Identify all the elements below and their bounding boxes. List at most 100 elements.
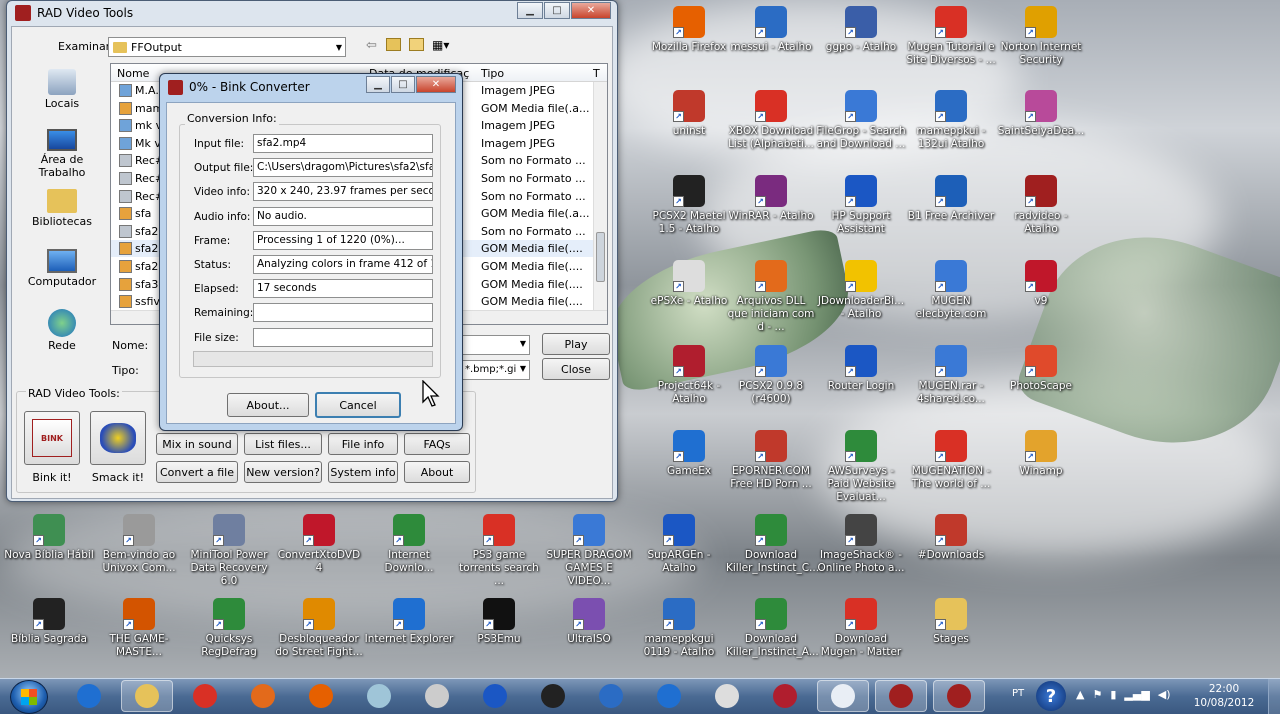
maximize-button[interactable]: □ bbox=[544, 2, 570, 19]
place-area-de-trabalho[interactable]: Área de Trabalho bbox=[22, 129, 102, 179]
desktop-icon-51[interactable]: ↗ Stages bbox=[906, 598, 996, 646]
desktop-icon-32[interactable]: ↗ MiniTool Power Data Recovery 6.0 bbox=[184, 514, 274, 588]
close-window-button[interactable]: ✕ bbox=[571, 2, 611, 19]
desktop-icon-11[interactable]: ↗ WinRAR - Atalho bbox=[726, 175, 816, 223]
desktop-icon-46[interactable]: ↗ PS3Emu bbox=[454, 598, 544, 646]
desktop-icon-29[interactable]: ↗ Winamp bbox=[996, 430, 1086, 478]
desktop-icon-20[interactable]: ↗ Project64k - Atalho bbox=[644, 345, 734, 406]
desktop-icon-23[interactable]: ↗ MUGEN.rar - 4shared.co... bbox=[906, 345, 996, 406]
tool-button-faqs[interactable]: FAQs bbox=[404, 433, 470, 455]
desktop-icon-21[interactable]: ↗ PCSX2 0.9.8 (r4600) bbox=[726, 345, 816, 406]
desktop-icon-2[interactable]: ↗ ggpo - Atalho bbox=[816, 6, 906, 54]
chevron-down-icon[interactable]: ▼ bbox=[336, 43, 342, 52]
desktop-icon-5[interactable]: ↗ uninst bbox=[644, 90, 734, 138]
cancel-button[interactable]: Cancel bbox=[315, 392, 401, 418]
column-type[interactable]: Tipo bbox=[481, 67, 504, 80]
vertical-scrollbar[interactable] bbox=[593, 82, 607, 310]
show-hidden-icons-icon[interactable]: ▲ bbox=[1076, 688, 1084, 701]
place-computador[interactable]: Computador bbox=[22, 249, 102, 288]
play-button[interactable]: Play bbox=[542, 333, 610, 355]
minimize-button[interactable]: ▁ bbox=[517, 2, 543, 19]
taskbar-app-button[interactable] bbox=[701, 680, 753, 712]
volume-icon[interactable]: ◀) bbox=[1158, 688, 1171, 701]
tool-button-mix-in-sound[interactable]: Mix in sound bbox=[156, 433, 238, 455]
taskbar-app-button[interactable] bbox=[179, 680, 231, 712]
desktop-icon-27[interactable]: ↗ AWSurveys - Paid Website Evaluat... bbox=[816, 430, 906, 504]
back-icon[interactable]: ⇦ bbox=[366, 38, 377, 53]
desktop-icon-34[interactable]: ↗ Internet Downlo... bbox=[364, 514, 454, 575]
taskbar-app-button[interactable] bbox=[585, 680, 637, 712]
up-folder-icon[interactable] bbox=[386, 38, 401, 51]
desktop-icon-0[interactable]: ↗ Mozilla Firefox bbox=[644, 6, 734, 54]
tool-button-about[interactable]: About bbox=[404, 461, 470, 483]
desktop-icon-12[interactable]: ↗ HP Support Assistant bbox=[816, 175, 906, 236]
taskbar-app-button[interactable] bbox=[411, 680, 463, 712]
smack-it-button[interactable] bbox=[90, 411, 146, 465]
taskbar-app-button[interactable] bbox=[237, 680, 289, 712]
bink-it-button[interactable]: BINK bbox=[24, 411, 80, 465]
desktop-icon-6[interactable]: ↗ XBOX Download List (Alphabeti... bbox=[726, 90, 816, 151]
clock[interactable]: 22:00 10/08/2012 bbox=[1186, 682, 1262, 710]
desktop-icon-37[interactable]: ↗ SupARGEn - Atalho bbox=[634, 514, 724, 575]
dialog-close-button[interactable]: ✕ bbox=[416, 76, 456, 93]
desktop-icon-9[interactable]: ↗ SaintSeiyaDea... bbox=[996, 90, 1086, 138]
look-in-select[interactable]: FFOutput ▼ bbox=[108, 37, 346, 57]
tool-button-file-info[interactable]: File info bbox=[328, 433, 398, 455]
taskbar-app-button[interactable] bbox=[759, 680, 811, 712]
start-button[interactable] bbox=[10, 680, 48, 714]
tool-button-convert-a-file[interactable]: Convert a file bbox=[156, 461, 238, 483]
name-combo[interactable]: ▼ bbox=[462, 335, 530, 355]
desktop-icon-39[interactable]: ↗ ImageShack® - Online Photo a... bbox=[816, 514, 906, 575]
desktop-icon-1[interactable]: ↗ messui - Atalho bbox=[726, 6, 816, 54]
desktop-icon-17[interactable]: ↗ JDownloaderBi... - Atalho bbox=[816, 260, 906, 321]
view-menu-icon[interactable]: ▦▾ bbox=[432, 38, 449, 52]
taskbar-app-button[interactable] bbox=[527, 680, 579, 712]
desktop-icon-33[interactable]: ↗ ConvertXtoDVD 4 bbox=[274, 514, 364, 575]
desktop-icon-4[interactable]: ↗ Norton Internet Security bbox=[996, 6, 1086, 67]
desktop-icon-15[interactable]: ↗ ePSXe - Atalho bbox=[644, 260, 734, 308]
place-bibliotecas[interactable]: Bibliotecas bbox=[22, 189, 102, 228]
desktop-icon-41[interactable]: ↗ Bíblia Sagrada bbox=[4, 598, 94, 646]
tool-button-list-files[interactable]: List files... bbox=[244, 433, 322, 455]
taskbar-app-button[interactable] bbox=[295, 680, 347, 712]
show-desktop-button[interactable] bbox=[1268, 679, 1280, 714]
column-size[interactable]: T bbox=[593, 67, 600, 80]
desktop-icon-10[interactable]: ↗ PCSX2 Maetel 1.5 - Atalho bbox=[644, 175, 734, 236]
chevron-down-icon[interactable]: ▼ bbox=[519, 364, 526, 373]
dialog-minimize-button[interactable]: ▁ bbox=[366, 76, 390, 93]
desktop-icon-48[interactable]: ↗ mameppkgui 0119 - Atalho bbox=[634, 598, 724, 659]
tool-button-new-version[interactable]: New version? bbox=[244, 461, 322, 483]
taskbar-app-button[interactable] bbox=[353, 680, 405, 712]
scrollbar-thumb[interactable] bbox=[596, 232, 605, 282]
desktop-icon-25[interactable]: ↗ GameEx bbox=[644, 430, 734, 478]
taskbar-app-button[interactable] bbox=[469, 680, 521, 712]
language-indicator[interactable]: PT bbox=[1012, 688, 1024, 699]
desktop-icon-35[interactable]: ↗ PS3 game torrents search ... bbox=[454, 514, 544, 588]
desktop-icon-7[interactable]: ↗ FileGrop - Search and Download ... bbox=[816, 90, 906, 151]
desktop-icon-31[interactable]: ↗ Bem-vindo ao Univox Com... bbox=[94, 514, 184, 575]
chevron-down-icon[interactable]: ▼ bbox=[520, 339, 526, 348]
desktop-icon-26[interactable]: ↗ EPORNER.COM Free HD Porn ... bbox=[726, 430, 816, 491]
desktop-icon-28[interactable]: ↗ MUGENATION - The world of ... bbox=[906, 430, 996, 491]
tool-button-system-info[interactable]: System info bbox=[328, 461, 398, 483]
desktop-icon-30[interactable]: ↗ Nova Bíblia Hábil bbox=[4, 514, 94, 562]
place-rede[interactable]: Rede bbox=[22, 309, 102, 352]
desktop-icon-44[interactable]: ↗ Desbloqueador do Street Fight... bbox=[274, 598, 364, 659]
taskbar-app-button[interactable] bbox=[643, 680, 695, 712]
column-name[interactable]: Nome bbox=[117, 67, 149, 80]
desktop-icon-36[interactable]: ↗ SUPER DRAGOM GAMES E VIDEO... bbox=[544, 514, 634, 588]
about-button[interactable]: About... bbox=[227, 393, 309, 417]
taskbar-app-button[interactable] bbox=[933, 680, 985, 712]
desktop-icon-16[interactable]: ↗ Arquivos DLL que iniciam com d - ... bbox=[726, 260, 816, 334]
taskbar-app-button[interactable] bbox=[817, 680, 869, 712]
desktop-icon-38[interactable]: ↗ Download Killer_Instinct_C... bbox=[726, 514, 819, 575]
desktop-icon-49[interactable]: ↗ Download Killer_Instinct_A... bbox=[726, 598, 819, 659]
desktop-icon-24[interactable]: ↗ PhotoScape bbox=[996, 345, 1086, 393]
help-icon[interactable]: ? bbox=[1036, 681, 1066, 711]
desktop-icon-45[interactable]: ↗ Internet Explorer bbox=[364, 598, 454, 646]
battery-icon[interactable]: ▮ bbox=[1110, 688, 1116, 701]
desktop-icon-43[interactable]: ↗ Quicksys RegDefrag bbox=[184, 598, 274, 659]
close-button[interactable]: Close bbox=[542, 358, 610, 380]
dialog-maximize-button[interactable]: □ bbox=[391, 76, 415, 93]
flag-icon[interactable]: ⚑ bbox=[1092, 688, 1102, 701]
